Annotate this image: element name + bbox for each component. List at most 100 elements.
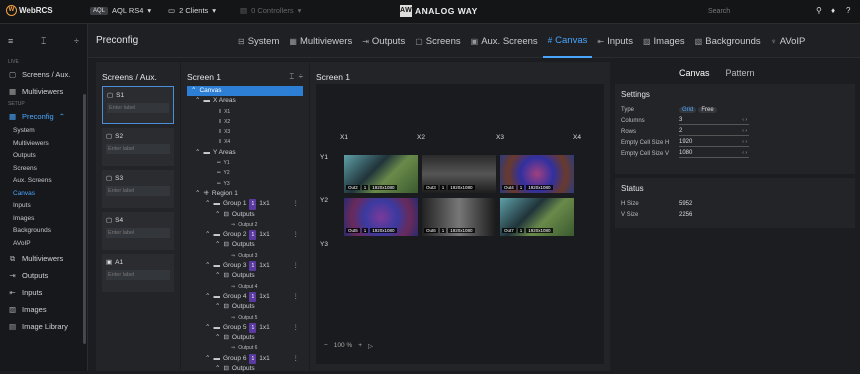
canvas-cell[interactable]: Out2 1 1920x1080 xyxy=(343,154,419,194)
tree-node-x2[interactable]: ‖ X2 xyxy=(181,117,309,127)
sidebar-item-images[interactable]: ▨ Images xyxy=(0,301,87,318)
sidebar-item-inputs[interactable]: ⇤ Inputs xyxy=(0,284,87,301)
tab-avoip[interactable]: ♆ AVoIP xyxy=(766,24,811,58)
screen-card-s2[interactable]: ▢ S2 Enter label xyxy=(102,128,174,166)
sidebar-sub-aux-screens[interactable]: Aux. Screens xyxy=(0,175,87,188)
filter-icon[interactable]: ⌶ xyxy=(41,36,46,47)
tree-node-outputs[interactable]: ⌃ ⊟ Outputs xyxy=(181,210,309,220)
canvas-cell[interactable]: Out5 1 1920x1080 xyxy=(343,197,419,237)
clients-selector[interactable]: ▭ 2 Clients ▾ xyxy=(168,6,216,15)
columns-stepper[interactable]: 3 ‹ › xyxy=(679,117,749,125)
tree-node-output[interactable]: ⇒ Output 3 xyxy=(181,251,309,261)
tab-canvas[interactable]: # Canvas xyxy=(542,24,593,58)
sidebar-sub-images[interactable]: Images xyxy=(0,213,87,226)
tab-inputs[interactable]: ⇤ Inputs xyxy=(592,24,638,58)
tree-node-y3[interactable]: ═ Y3 xyxy=(181,179,309,189)
sidebar-item-preconfig[interactable]: ▦ Preconfig ⌃ xyxy=(0,108,87,125)
sidebar-sub-inputs[interactable]: Inputs xyxy=(0,200,87,213)
more-icon[interactable]: ⋮ xyxy=(293,199,300,209)
more-icon[interactable]: ⋮ xyxy=(293,292,300,302)
more-icon[interactable]: ⋮ xyxy=(293,354,300,364)
stepper-arrows-icon[interactable]: ‹ › xyxy=(742,128,747,134)
notification-icon[interactable]: ♦ xyxy=(831,6,835,15)
help-icon[interactable]: ? xyxy=(846,6,850,15)
sidebar-sub-system[interactable]: System xyxy=(0,125,87,138)
sidebar-item-multiviewers[interactable]: ▦ Multiviewers xyxy=(0,83,87,100)
canvas-cell[interactable]: Out7 1 1920x1080 xyxy=(499,197,575,237)
zoom-in-button[interactable]: + xyxy=(358,342,362,350)
screen-card-s3[interactable]: ▢ S3 Enter label xyxy=(102,170,174,208)
sidebar-item-outputs[interactable]: ⇥ Outputs xyxy=(0,267,87,284)
tab-screens[interactable]: ▢ Screens xyxy=(410,24,465,58)
tab-aux-screens[interactable]: ▣ Aux. Screens xyxy=(466,24,543,58)
app-logo[interactable]: W WebRCS xyxy=(6,5,53,16)
more-icon[interactable]: ⋮ xyxy=(293,230,300,240)
tree-node-outputs[interactable]: ⌃ ⊟ Outputs xyxy=(181,364,309,374)
tab-outputs[interactable]: ⇥ Outputs xyxy=(357,24,410,58)
screen-label-input[interactable]: Enter label xyxy=(106,228,170,238)
sidebar-scrollbar[interactable] xyxy=(83,94,86,344)
sidebar-sub-backgrounds[interactable]: Backgrounds xyxy=(0,225,87,238)
sidebar-sub-multiviewers[interactable]: Multiviewers xyxy=(0,138,87,151)
tree-node-group[interactable]: ⌃ ▬ Group 1 1 1x1 ⋮ xyxy=(181,199,309,210)
screen-card-s1[interactable]: ▢ S1 Enter label xyxy=(102,86,174,124)
type-free-option[interactable]: Free xyxy=(698,106,717,113)
tab-pattern[interactable]: Pattern xyxy=(722,66,759,80)
stepper-arrows-icon[interactable]: ‹ › xyxy=(742,139,747,145)
screen-card-s4[interactable]: ▢ S4 Enter label xyxy=(102,212,174,250)
tree-node-output[interactable]: ⇒ Output 6 xyxy=(181,343,309,353)
canvas-cell[interactable]: Out4 1 1920x1080 xyxy=(499,154,575,194)
tree-node-x3[interactable]: ‖ X3 xyxy=(181,127,309,137)
split-icon[interactable]: ÷ xyxy=(74,36,79,46)
tab-multiviewers[interactable]: ▦ Multiviewers xyxy=(284,24,357,58)
tree-node-outputs[interactable]: ⌃ ⊟ Outputs xyxy=(181,333,309,343)
zoom-out-button[interactable]: − xyxy=(324,342,328,350)
tree-node-output[interactable]: ⇒ Output 5 xyxy=(181,313,309,323)
tree-node-x-areas[interactable]: ⌃ ▬ X Areas xyxy=(181,96,309,106)
sidebar-sub-outputs[interactable]: Outputs xyxy=(0,150,87,163)
device-selector[interactable]: AQL AQL RS4 ▾ xyxy=(90,6,151,15)
tree-node-canvas[interactable]: ⌃ Canvas xyxy=(187,86,303,97)
rows-stepper[interactable]: 2 ‹ › xyxy=(679,128,749,136)
menu-icon[interactable]: ≡ xyxy=(8,36,13,46)
more-icon[interactable]: ⋮ xyxy=(293,323,300,333)
tree-node-outputs[interactable]: ⌃ ⊟ Outputs xyxy=(181,240,309,250)
controllers-selector[interactable]: ▤ 0 Controllers ▾ xyxy=(240,6,301,15)
canvas-cell[interactable]: Out3 1 1920x1080 xyxy=(421,154,497,194)
screen-label-input[interactable]: Enter label xyxy=(107,103,169,113)
stepper-arrows-icon[interactable]: ‹ › xyxy=(742,117,747,123)
screen-label-input[interactable]: Enter label xyxy=(106,186,170,196)
sidebar-item-screens-aux[interactable]: ▢ Screens / Aux. xyxy=(0,66,87,83)
search-input[interactable]: Search xyxy=(704,5,834,19)
tree-node-y1[interactable]: ═ Y1 xyxy=(181,158,309,168)
tree-node-y-areas[interactable]: ⌃ ▬ Y Areas xyxy=(181,148,309,158)
cell-h-stepper[interactable]: 1920 ‹ › xyxy=(679,139,749,147)
canvas-cell[interactable]: Out6 1 1920x1080 xyxy=(421,197,497,237)
tab-backgrounds[interactable]: ▧ Backgrounds xyxy=(690,24,766,58)
filter-icon[interactable]: ⌶ xyxy=(289,72,294,81)
tree-node-output[interactable]: ⇒ Output 4 xyxy=(181,282,309,292)
sidebar-item-multiviewers-setup[interactable]: ⧉ Multiviewers xyxy=(0,250,87,267)
tab-canvas-settings[interactable]: Canvas xyxy=(675,66,714,80)
tree-node-group[interactable]: ⌃ ▬ Group 3 1 1x1 ⋮ xyxy=(181,261,309,272)
screen-label-input[interactable]: Enter label xyxy=(106,270,170,280)
fit-icon[interactable]: ▷ xyxy=(368,342,373,350)
tree-node-x1[interactable]: ‖ X1 xyxy=(181,107,309,117)
tree-node-group[interactable]: ⌃ ▬ Group 6 1 1x1 ⋮ xyxy=(181,353,309,365)
tree-node-output[interactable]: ⇒ Output 2 xyxy=(181,220,309,230)
split-icon[interactable]: ÷ xyxy=(299,72,303,81)
sidebar-sub-canvas[interactable]: Canvas xyxy=(0,188,87,201)
screen-label-input[interactable]: Enter label xyxy=(106,144,170,154)
tree-node-outputs[interactable]: ⌃ ⊟ Outputs xyxy=(181,302,309,312)
type-grid-option[interactable]: Grid xyxy=(679,106,697,113)
canvas-editor[interactable]: X1 X2 X3 X4 Y1 Y2 Y3 Out2 1 1920x1080 Out3… xyxy=(316,84,604,364)
tree-node-y2[interactable]: ═ Y2 xyxy=(181,168,309,178)
zoom-level[interactable]: 100 % xyxy=(334,342,352,350)
more-icon[interactable]: ⋮ xyxy=(293,261,300,271)
sidebar-sub-avoip[interactable]: AVoIP xyxy=(0,238,87,251)
stepper-arrows-icon[interactable]: ‹ › xyxy=(742,150,747,156)
sidebar-sub-screens[interactable]: Screens xyxy=(0,163,87,176)
search-icon[interactable]: ⚲ xyxy=(816,6,822,15)
tree-node-outputs[interactable]: ⌃ ⊟ Outputs xyxy=(181,271,309,281)
tab-system[interactable]: ⊟ System xyxy=(233,24,284,58)
